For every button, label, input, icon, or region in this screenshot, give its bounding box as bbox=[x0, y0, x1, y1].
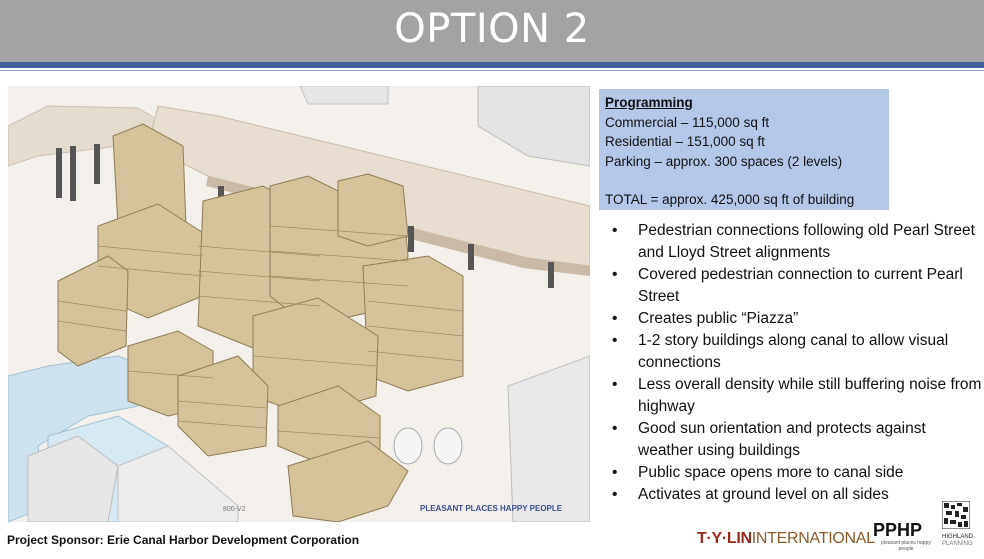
highland-logo-subtext: PLANNING bbox=[942, 541, 973, 547]
site-rendering: PLEASANT PLACES HAPPY PEOPLE 800-V2 bbox=[8, 86, 590, 522]
list-item: Public space opens more to canal side bbox=[612, 462, 982, 484]
title-rule-thin bbox=[0, 70, 984, 71]
pphp-tagline: pleasant places happy people bbox=[881, 540, 931, 552]
list-item: 1-2 story buildings along canal to allow… bbox=[612, 330, 982, 374]
programming-box: Programming Commercial – 115,000 sq ft R… bbox=[599, 89, 889, 210]
tylin-logo: T·Y·LININTERNATIONAL bbox=[697, 530, 875, 548]
slide-title: OPTION 2 bbox=[394, 6, 590, 52]
programming-line: Residential – 151,000 sq ft bbox=[605, 134, 765, 149]
list-item: Covered pedestrian connection to current… bbox=[612, 264, 982, 308]
tylin-logo-mark: T·Y·LIN bbox=[697, 530, 752, 547]
programming-line: Commercial – 115,000 sq ft bbox=[605, 114, 770, 130]
highland-logo-icon bbox=[941, 500, 971, 530]
project-sponsor: Project Sponsor: Erie Canal Harbor Devel… bbox=[7, 533, 360, 547]
highland-logo-text: HIGHLAND bbox=[942, 534, 974, 540]
title-bar: OPTION 2 bbox=[0, 0, 984, 62]
view-label: 800-V2 bbox=[223, 506, 246, 513]
list-item: Good sun orientation and protects agains… bbox=[612, 418, 982, 462]
pphp-logo: PPHP pleasant places happy people bbox=[873, 520, 939, 552]
tylin-logo-text: INTERNATIONAL bbox=[751, 530, 875, 547]
highland-logo: HIGHLAND PLANNING bbox=[941, 500, 974, 553]
features-list: Pedestrian connections following old Pea… bbox=[612, 220, 982, 506]
list-item: Activates at ground level on all sides bbox=[612, 484, 982, 506]
pphp-logo-text: PPHP bbox=[873, 520, 923, 540]
list-item: Pedestrian connections following old Pea… bbox=[612, 220, 982, 264]
programming-total: TOTAL = approx. 425,000 sq ft of buildin… bbox=[605, 192, 855, 207]
list-item: Creates public “Piazza” bbox=[612, 308, 982, 330]
programming-line: Parking – approx. 300 spaces (2 levels) bbox=[605, 153, 843, 169]
list-item: Less overall density while still bufferi… bbox=[612, 374, 982, 418]
programming-heading: Programming bbox=[605, 95, 693, 110]
plaza-caption: PLEASANT PLACES HAPPY PEOPLE bbox=[420, 504, 563, 513]
